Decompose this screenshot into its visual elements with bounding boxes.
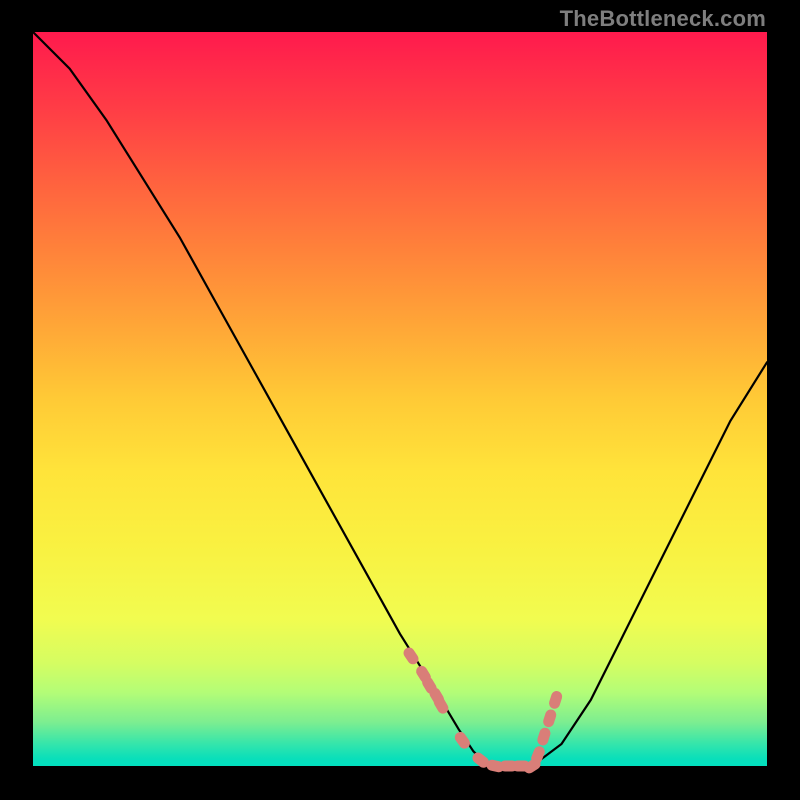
highlight-marker	[548, 690, 564, 710]
chart-svg	[33, 32, 767, 766]
highlight-marker	[453, 730, 472, 751]
highlight-marker	[542, 708, 558, 728]
bottleneck-curve-path	[33, 32, 767, 766]
highlight-marker	[536, 726, 552, 746]
watermark-text: TheBottleneck.com	[560, 6, 766, 32]
figure-canvas: TheBottleneck.com	[0, 0, 800, 800]
highlight-markers-group	[401, 645, 563, 775]
